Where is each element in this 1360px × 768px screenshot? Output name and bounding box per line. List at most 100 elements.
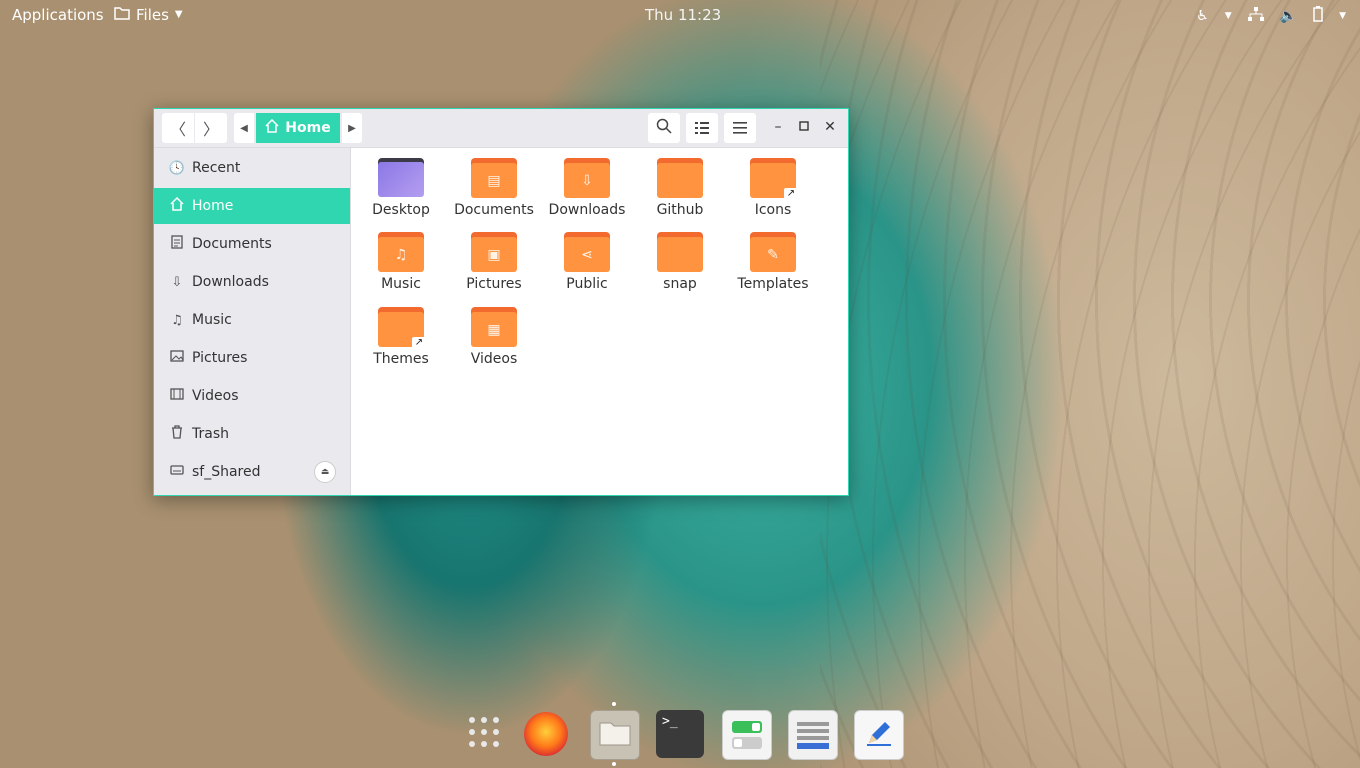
applications-menu[interactable]: Applications [12,5,104,25]
clock-icon: 🕓 [168,160,186,176]
folder-github[interactable]: Github [634,150,726,220]
sidebar-item-sf-shared[interactable]: sf_Shared ⏏ [154,454,350,490]
sidebar-item-music[interactable]: ♫ Music [154,302,350,338]
folder-documents[interactable]: ▤ Documents [448,150,540,220]
chevron-down-icon: ▼ [174,9,183,20]
path-segment-home[interactable]: Home [256,113,340,143]
view-toggle-button[interactable] [686,113,718,143]
sidebar-item-recent[interactable]: 🕓 Recent [154,150,350,186]
maximize-button[interactable] [794,117,814,137]
sidebar-item-documents[interactable]: Documents [154,226,350,262]
maximize-icon [799,119,809,135]
sidebar-item-label: Recent [192,160,241,176]
folder-themes[interactable]: ↗ Themes [355,299,447,369]
sidebar-item-trash[interactable]: Trash [154,416,350,452]
folder-label: Icons [754,202,792,218]
running-indicator [612,702,616,706]
symlink-folder-icon: ↗ [750,158,798,200]
folder-videos[interactable]: ▦ Videos [448,299,540,369]
show-applications-button[interactable] [460,710,508,758]
text-editor-launcher[interactable] [854,710,904,760]
folder-pictures[interactable]: ▣ Pictures [448,224,540,294]
search-button[interactable] [648,113,680,143]
desktop-folder-icon [378,158,424,198]
generic-folder-icon [657,232,703,272]
sidebar-item-label: Pictures [192,350,248,366]
triangle-right-icon: ▶ [348,122,356,134]
folder-snap[interactable]: snap [634,224,726,294]
folder-label: Videos [470,351,518,367]
folder-label: Themes [373,351,429,367]
picture-icon [168,350,186,366]
eject-icon[interactable]: ⏏ [314,461,336,483]
network-icon[interactable] [1247,7,1264,25]
battery-icon[interactable] [1313,6,1323,26]
app-grid-icon [467,715,501,753]
accessibility-icon[interactable]: ♿ [1196,8,1209,24]
sidebar-item-home[interactable]: Home [154,188,350,224]
path-scroll-right-button[interactable]: ▶ [342,113,362,143]
pencil-icon [865,719,893,751]
terminal-launcher[interactable]: >_ [656,710,704,758]
share-folder-icon: ⋖ [564,232,610,272]
path-scroll-left-button[interactable]: ◀ [234,113,254,143]
download-icon: ⇩ [171,274,183,290]
hamburger-menu-button[interactable] [724,113,756,143]
link-arrow-icon: ↗ [784,188,798,200]
sidebar-item-pictures[interactable]: Pictures [154,340,350,376]
folder-icons[interactable]: ↗ Icons [727,150,819,220]
forward-button[interactable]: 〉 [195,113,227,143]
clock[interactable]: Thu 11:23 [645,5,721,25]
symlink-folder-icon: ↗ [378,307,426,349]
drive-icon [168,464,186,480]
folder-label: Public [566,276,608,292]
folder-music[interactable]: ♫ Music [355,224,447,294]
dock: >_ [460,702,910,766]
sidebar-item-label: sf_Shared [192,464,261,480]
triangle-left-icon: ◀ [240,122,248,134]
search-icon [656,118,672,138]
trash-icon [168,425,186,443]
firefox-launcher[interactable] [524,712,568,756]
monitor-bars-icon [797,721,829,726]
files-app-menu[interactable]: Files ▼ [114,5,183,25]
folder-view: Desktop ▤ Documents ⇩ Downloads Github ↗… [351,148,848,495]
sidebar-item-videos[interactable]: Videos [154,378,350,414]
sidebar-item-label: Home [192,198,234,214]
files-menu-label: Files [136,6,169,24]
folder-label: Templates [737,276,809,292]
system-tray[interactable]: ♿ ▼ 🔈 ▼ [1196,6,1346,26]
document-icon [168,235,186,253]
files-launcher[interactable] [590,710,640,760]
folder-label: Desktop [372,202,430,218]
back-button[interactable]: 〈 [162,113,194,143]
folder-label: Downloads [548,202,626,218]
tweaks-launcher[interactable] [722,710,772,760]
sidebar-item-label: Downloads [192,274,269,290]
folder-desktop[interactable]: Desktop [355,150,447,220]
music-folder-icon: ♫ [378,232,424,272]
close-button[interactable]: ✕ [820,117,840,137]
volume-icon[interactable]: 🔈 [1280,8,1297,24]
list-view-icon [695,119,709,138]
minimize-icon: – [774,119,782,135]
sidebar-item-downloads[interactable]: ⇩ Downloads [154,264,350,300]
hamburger-icon [733,119,747,138]
running-indicator [612,762,616,766]
places-sidebar: 🕓 Recent Home Documents ⇩ Downloads ♫ Mu… [154,148,351,495]
close-icon: ✕ [824,119,836,135]
folder-public[interactable]: ⋖ Public [541,224,633,294]
home-icon [265,118,279,137]
film-icon [168,388,186,404]
header-bar: 〈 〉 ◀ Home ▶ – ✕ [154,109,848,148]
sidebar-item-label: Music [192,312,232,328]
top-bar: Applications Files ▼ Thu 11:23 ♿ ▼ 🔈 ▼ [0,0,1360,30]
wallpaper-texture [820,0,1360,768]
folder-templates[interactable]: ✎ Templates [727,224,819,294]
folder-downloads[interactable]: ⇩ Downloads [541,150,633,220]
chevron-left-icon: 〈 [169,120,186,139]
system-monitor-launcher[interactable] [788,710,838,760]
minimize-button[interactable]: – [768,117,788,137]
monitor-bars-icon [797,728,829,733]
toggle-off-icon [732,737,762,749]
